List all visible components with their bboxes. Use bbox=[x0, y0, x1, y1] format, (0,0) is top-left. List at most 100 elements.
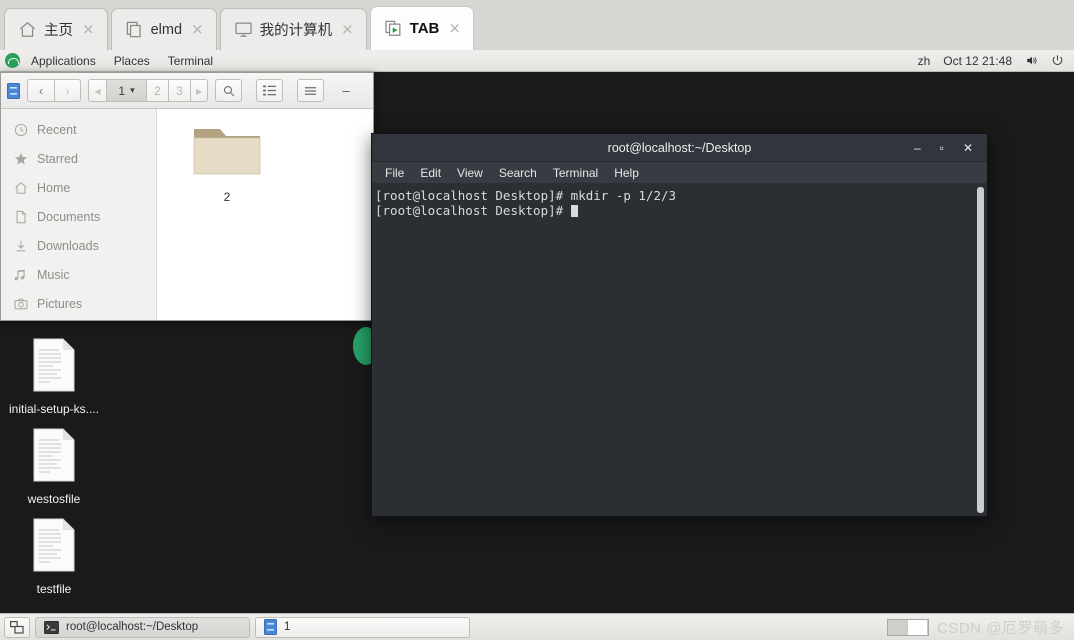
desktop-icon-label: initial-setup-ks.... bbox=[8, 402, 100, 416]
terminal-title: root@localhost:~/Desktop bbox=[607, 140, 752, 155]
text-file-icon bbox=[33, 338, 75, 392]
menu-applications[interactable]: Applications bbox=[22, 51, 105, 71]
file-manager-window: ‹ › ◂ 1 ▾ 2 3 ▸ – Recent Starred Home Do… bbox=[0, 72, 374, 321]
home-icon bbox=[19, 21, 36, 37]
sidebar-item-pictures[interactable]: Pictures bbox=[1, 289, 156, 318]
sidebar-item-label: Documents bbox=[37, 209, 101, 224]
navigation-buttons: ‹ › bbox=[27, 79, 81, 102]
terminal-window: root@localhost:~/Desktop – ▫ ✕ File Edit… bbox=[371, 133, 988, 517]
terminal-menu-terminal[interactable]: Terminal bbox=[553, 166, 598, 180]
browser-tab-close-icon[interactable]: × bbox=[446, 21, 463, 36]
workspace-switcher[interactable] bbox=[887, 618, 930, 636]
terminal-menu-view[interactable]: View bbox=[457, 166, 483, 180]
browser-tab-my-computer[interactable]: 我的计算机 × bbox=[219, 8, 367, 50]
download-icon bbox=[16, 240, 26, 251]
terminal-menubar: File Edit View Search Terminal Help bbox=[372, 162, 987, 184]
browser-tab-elmd[interactable]: elmd × bbox=[110, 8, 217, 50]
folder-icon bbox=[193, 129, 261, 175]
taskbar-window-label: root@localhost:~/Desktop bbox=[66, 621, 199, 633]
desktop-icon-initial-setup-ks[interactable]: initial-setup-ks.... bbox=[0, 338, 108, 416]
play-window-icon bbox=[385, 20, 401, 36]
sidebar-item-label: Recent bbox=[37, 122, 77, 137]
sidebar-item-label: Starred bbox=[37, 151, 78, 166]
terminal-maximize-button[interactable]: ▫ bbox=[940, 142, 944, 154]
maximize-button[interactable]: ▫ bbox=[368, 83, 373, 98]
browser-tab-label: 主页 bbox=[44, 23, 73, 39]
desktop-icon-testfile[interactable]: testfile bbox=[0, 518, 108, 596]
terminal-prompt: [root@localhost Desktop]# bbox=[375, 202, 571, 218]
file-item-folder-2[interactable]: 2 bbox=[181, 121, 273, 204]
page-prev-button[interactable]: ◂ bbox=[88, 79, 106, 102]
terminal-menu-file[interactable]: File bbox=[385, 166, 404, 180]
show-desktop-button[interactable] bbox=[4, 616, 30, 638]
terminal-menu-search[interactable]: Search bbox=[499, 166, 537, 180]
browser-tab-close-icon[interactable]: × bbox=[189, 22, 206, 37]
star-icon bbox=[14, 152, 28, 165]
sidebar-item-home[interactable]: Home bbox=[1, 173, 156, 202]
files-icon bbox=[264, 619, 277, 635]
desktop-icon-westosfile[interactable]: westosfile bbox=[0, 428, 108, 506]
copy-icon bbox=[126, 21, 141, 38]
file-manager-sidebar: Recent Starred Home Documents Downloads … bbox=[1, 109, 157, 320]
clock[interactable]: Oct 12 21:48 bbox=[943, 54, 1012, 68]
minimize-button[interactable]: – bbox=[338, 83, 354, 98]
browser-tab-label: elmd bbox=[150, 21, 183, 38]
browser-tab-close-icon[interactable]: × bbox=[80, 22, 97, 37]
file-manager-right-buttons: – ▫ × bbox=[215, 79, 373, 102]
sidebar-item-downloads[interactable]: Downloads bbox=[1, 231, 156, 260]
sidebar-item-label: Downloads bbox=[37, 238, 99, 253]
power-icon[interactable] bbox=[1051, 54, 1064, 67]
sidebar-item-label: Pictures bbox=[37, 296, 83, 311]
keyboard-layout-indicator[interactable]: zh bbox=[918, 54, 931, 68]
workspace-1[interactable] bbox=[888, 619, 909, 635]
sidebar-item-starred[interactable]: Starred bbox=[1, 144, 156, 173]
terminal-menu-help[interactable]: Help bbox=[614, 166, 639, 180]
file-manager-body: Recent Starred Home Documents Downloads … bbox=[1, 109, 373, 320]
gnome-foot-icon bbox=[5, 53, 20, 68]
sidebar-item-label: Home bbox=[37, 180, 71, 195]
bottom-taskbar: root@localhost:~/Desktop 1 CSDN @厄罗萌多 bbox=[0, 613, 1074, 640]
menu-terminal[interactable]: Terminal bbox=[159, 51, 222, 71]
home-icon bbox=[15, 181, 27, 194]
taskbar-window-label: 1 bbox=[284, 621, 291, 633]
sidebar-item-documents[interactable]: Documents bbox=[1, 202, 156, 231]
browser-tab-label: 我的计算机 bbox=[259, 23, 333, 39]
terminal-minimize-button[interactable]: – bbox=[914, 142, 921, 154]
page-2-button[interactable]: 2 bbox=[146, 79, 168, 102]
volume-icon[interactable] bbox=[1025, 54, 1038, 67]
terminal-scrollbar-thumb[interactable] bbox=[977, 187, 984, 513]
browser-tab-close-icon[interactable]: × bbox=[339, 22, 356, 37]
workspace-2[interactable] bbox=[908, 619, 929, 635]
sidebar-item-music[interactable]: Music bbox=[1, 260, 156, 289]
terminal-close-button[interactable]: ✕ bbox=[963, 142, 973, 154]
page-navigation: ◂ 1 ▾ 2 3 ▸ bbox=[88, 79, 208, 102]
browser-tab-home[interactable]: 主页 × bbox=[4, 8, 108, 50]
hamburger-menu-icon[interactable] bbox=[297, 79, 324, 102]
desktop-icon-label: testfile bbox=[36, 582, 72, 596]
browser-tab-tab[interactable]: TAB × bbox=[369, 6, 474, 50]
page-next-button[interactable]: ▸ bbox=[190, 79, 208, 102]
terminal-menu-edit[interactable]: Edit bbox=[420, 166, 441, 180]
page-current-button[interactable]: 1 ▾ bbox=[106, 79, 146, 102]
camera-icon bbox=[14, 298, 28, 309]
search-icon[interactable] bbox=[215, 79, 242, 102]
taskbar-window-files[interactable]: 1 bbox=[255, 616, 470, 638]
list-view-icon[interactable] bbox=[256, 79, 283, 102]
page-3-button[interactable]: 3 bbox=[168, 79, 190, 102]
taskbar-window-terminal[interactable]: root@localhost:~/Desktop bbox=[35, 616, 250, 638]
terminal-window-buttons: – ▫ ✕ bbox=[914, 142, 987, 154]
menu-places[interactable]: Places bbox=[105, 51, 159, 71]
sidebar-item-recent[interactable]: Recent bbox=[1, 115, 156, 144]
music-icon bbox=[14, 269, 25, 280]
terminal-titlebar[interactable]: root@localhost:~/Desktop – ▫ ✕ bbox=[372, 134, 987, 162]
forward-button[interactable]: › bbox=[54, 79, 81, 102]
clock-icon bbox=[14, 123, 28, 136]
gnome-top-panel: Applications Places Terminal zh Oct 12 2… bbox=[0, 50, 1074, 72]
terminal-cursor bbox=[570, 204, 578, 217]
desktop-icon-label: westosfile bbox=[27, 492, 81, 506]
terminal-scrollbar[interactable] bbox=[977, 187, 984, 513]
terminal-output[interactable]: [root@localhost Desktop]# mkdir -p 1/2/3… bbox=[372, 184, 987, 516]
back-button[interactable]: ‹ bbox=[27, 79, 54, 102]
chevron-down-icon: ▾ bbox=[130, 85, 135, 95]
file-manager-toolbar: ‹ › ◂ 1 ▾ 2 3 ▸ – bbox=[1, 73, 373, 109]
